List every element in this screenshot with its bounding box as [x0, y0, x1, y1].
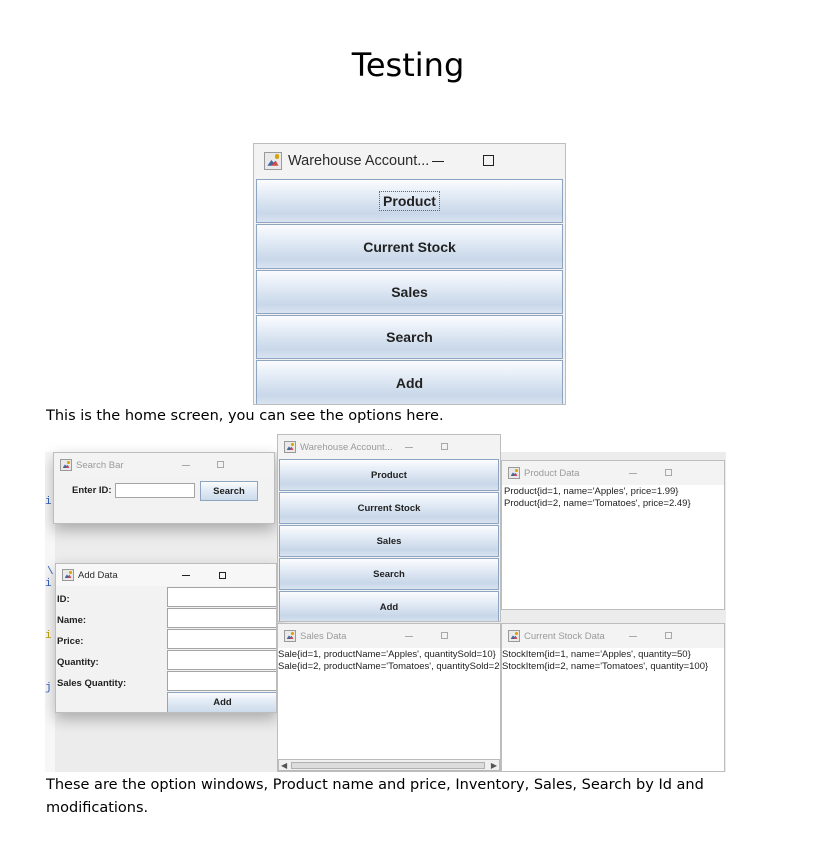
- maximize-icon[interactable]: [219, 572, 226, 579]
- java-app-icon: [284, 441, 296, 453]
- home-search-button[interactable]: Search: [256, 315, 563, 359]
- home-current-stock-label: Current Stock: [363, 238, 456, 255]
- java-app-icon: [60, 459, 72, 471]
- main-window-small-title: Warehouse Account...: [300, 441, 392, 453]
- java-app-icon: [62, 569, 74, 581]
- name-label: Name:: [57, 615, 87, 626]
- add-window-title: Add Data: [78, 569, 118, 581]
- caption-home: This is the home screen, you can see the…: [46, 408, 444, 424]
- minimize-icon[interactable]: [405, 447, 413, 448]
- sales-window-titlebar[interactable]: Sales Data: [278, 624, 500, 648]
- small-search-button[interactable]: Search: [279, 558, 499, 590]
- maximize-icon[interactable]: [217, 461, 224, 468]
- caption-options-line2: modifications.: [46, 800, 149, 816]
- home-search-label: Search: [386, 329, 433, 345]
- home-current-stock-button[interactable]: Current Stock: [256, 224, 563, 269]
- java-app-icon: [264, 152, 282, 170]
- sales-window: Sales Data Sale{id=1, productName='Apple…: [277, 623, 501, 772]
- stock-line: StockItem{id=2, name='Tomatoes', quantit…: [502, 661, 709, 672]
- product-line: Product{id=2, name='Tomatoes', price=2.4…: [504, 498, 691, 509]
- scroll-left-icon[interactable]: ◀: [281, 761, 287, 770]
- horizontal-scrollbar[interactable]: ◀ ▶: [278, 759, 500, 771]
- ide-char: j: [45, 682, 52, 694]
- maximize-icon[interactable]: [441, 443, 448, 450]
- scroll-right-icon[interactable]: ▶: [491, 761, 497, 770]
- home-add-button[interactable]: Add: [256, 360, 563, 404]
- home-sales-button[interactable]: Sales: [256, 270, 563, 314]
- product-window-title: Product Data: [524, 467, 580, 479]
- minimize-icon[interactable]: [432, 161, 444, 162]
- name-input[interactable]: [167, 608, 276, 628]
- minimize-icon[interactable]: [405, 636, 413, 637]
- home-add-label: Add: [395, 374, 424, 391]
- maximize-icon[interactable]: [483, 155, 494, 166]
- sales-line: Sale{id=2, productName='Tomatoes', quant…: [278, 661, 500, 672]
- sales-window-title: Sales Data: [300, 630, 347, 642]
- home-product-button[interactable]: Product: [256, 179, 563, 223]
- sales-quantity-input[interactable]: [167, 671, 276, 691]
- product-line: Product{id=1, name='Apples', price=1.99}: [504, 486, 679, 497]
- product-window: Product Data Product{id=1, name='Apples'…: [501, 460, 725, 610]
- search-id-input[interactable]: [115, 483, 195, 498]
- id-label: ID:: [57, 594, 70, 605]
- small-search-label: Search: [373, 568, 405, 580]
- minimize-icon[interactable]: [182, 575, 190, 576]
- home-sales-label: Sales: [391, 284, 428, 300]
- product-window-titlebar[interactable]: Product Data: [502, 461, 724, 485]
- maximize-icon[interactable]: [665, 632, 672, 639]
- add-window-titlebar[interactable]: Add Data: [56, 564, 276, 586]
- small-sales-button[interactable]: Sales: [279, 525, 499, 557]
- enter-id-label: Enter ID:: [72, 485, 112, 496]
- search-window: Search Bar Enter ID: Search: [53, 452, 275, 524]
- home-window: Warehouse Account... Product Current Sto…: [253, 143, 566, 405]
- maximize-icon[interactable]: [665, 469, 672, 476]
- sales-line: Sale{id=1, productName='Apples', quantit…: [278, 649, 496, 660]
- small-sales-label: Sales: [376, 535, 402, 547]
- sales-text-area[interactable]: Sale{id=1, productName='Apples', quantit…: [278, 648, 500, 759]
- stock-line: StockItem{id=1, name='Apples', quantity=…: [502, 649, 691, 660]
- ide-char: i: [45, 496, 52, 508]
- home-window-titlebar[interactable]: Warehouse Account...: [254, 144, 565, 178]
- minimize-icon[interactable]: [629, 636, 637, 637]
- price-label: Price:: [57, 636, 84, 647]
- ide-char: i: [45, 578, 52, 590]
- sales-quantity-label: Sales Quantity:: [57, 678, 127, 689]
- stock-text-area[interactable]: StockItem{id=1, name='Apples', quantity=…: [502, 648, 724, 771]
- price-input[interactable]: [167, 629, 276, 649]
- ide-char: i: [45, 630, 52, 642]
- add-window: Add Data ID: Name: Price: Quantity: Sale…: [55, 563, 277, 713]
- java-app-icon: [508, 467, 520, 479]
- quantity-input[interactable]: [167, 650, 276, 670]
- small-add-label: Add: [379, 601, 399, 613]
- caption-options-line1: These are the option windows, Product na…: [46, 777, 704, 793]
- quantity-label: Quantity:: [57, 657, 99, 668]
- stock-window: Current Stock Data StockItem{id=1, name=…: [501, 623, 725, 772]
- option-windows-screenshot: i \ i i j Search Bar Enter ID: Search Ad…: [45, 430, 726, 772]
- search-window-titlebar[interactable]: Search Bar: [54, 453, 274, 477]
- minimize-icon[interactable]: [629, 473, 637, 474]
- small-product-button[interactable]: Product: [279, 459, 499, 491]
- small-product-label: Product: [371, 469, 407, 481]
- main-window-small-titlebar[interactable]: Warehouse Account...: [278, 435, 500, 459]
- add-button[interactable]: Add: [167, 692, 276, 712]
- home-window-title: Warehouse Account...: [288, 153, 428, 169]
- small-current-stock-label: Current Stock: [357, 502, 421, 514]
- id-input[interactable]: [167, 587, 276, 607]
- stock-window-title: Current Stock Data: [524, 630, 605, 642]
- home-product-label: Product: [379, 191, 440, 211]
- document-title: Testing: [351, 46, 465, 84]
- small-current-stock-button[interactable]: Current Stock: [279, 492, 499, 524]
- scrollbar-thumb[interactable]: [291, 762, 485, 769]
- maximize-icon[interactable]: [441, 632, 448, 639]
- ide-char: \: [47, 566, 54, 578]
- java-app-icon: [508, 630, 520, 642]
- search-window-title: Search Bar: [76, 459, 124, 471]
- main-window-small: Warehouse Account... Product Current Sto…: [277, 434, 501, 622]
- stock-window-titlebar[interactable]: Current Stock Data: [502, 624, 724, 648]
- minimize-icon[interactable]: [182, 465, 190, 466]
- small-add-button[interactable]: Add: [279, 591, 499, 621]
- java-app-icon: [284, 630, 296, 642]
- search-button[interactable]: Search: [200, 481, 258, 501]
- product-text-area[interactable]: Product{id=1, name='Apples', price=1.99}…: [502, 485, 724, 609]
